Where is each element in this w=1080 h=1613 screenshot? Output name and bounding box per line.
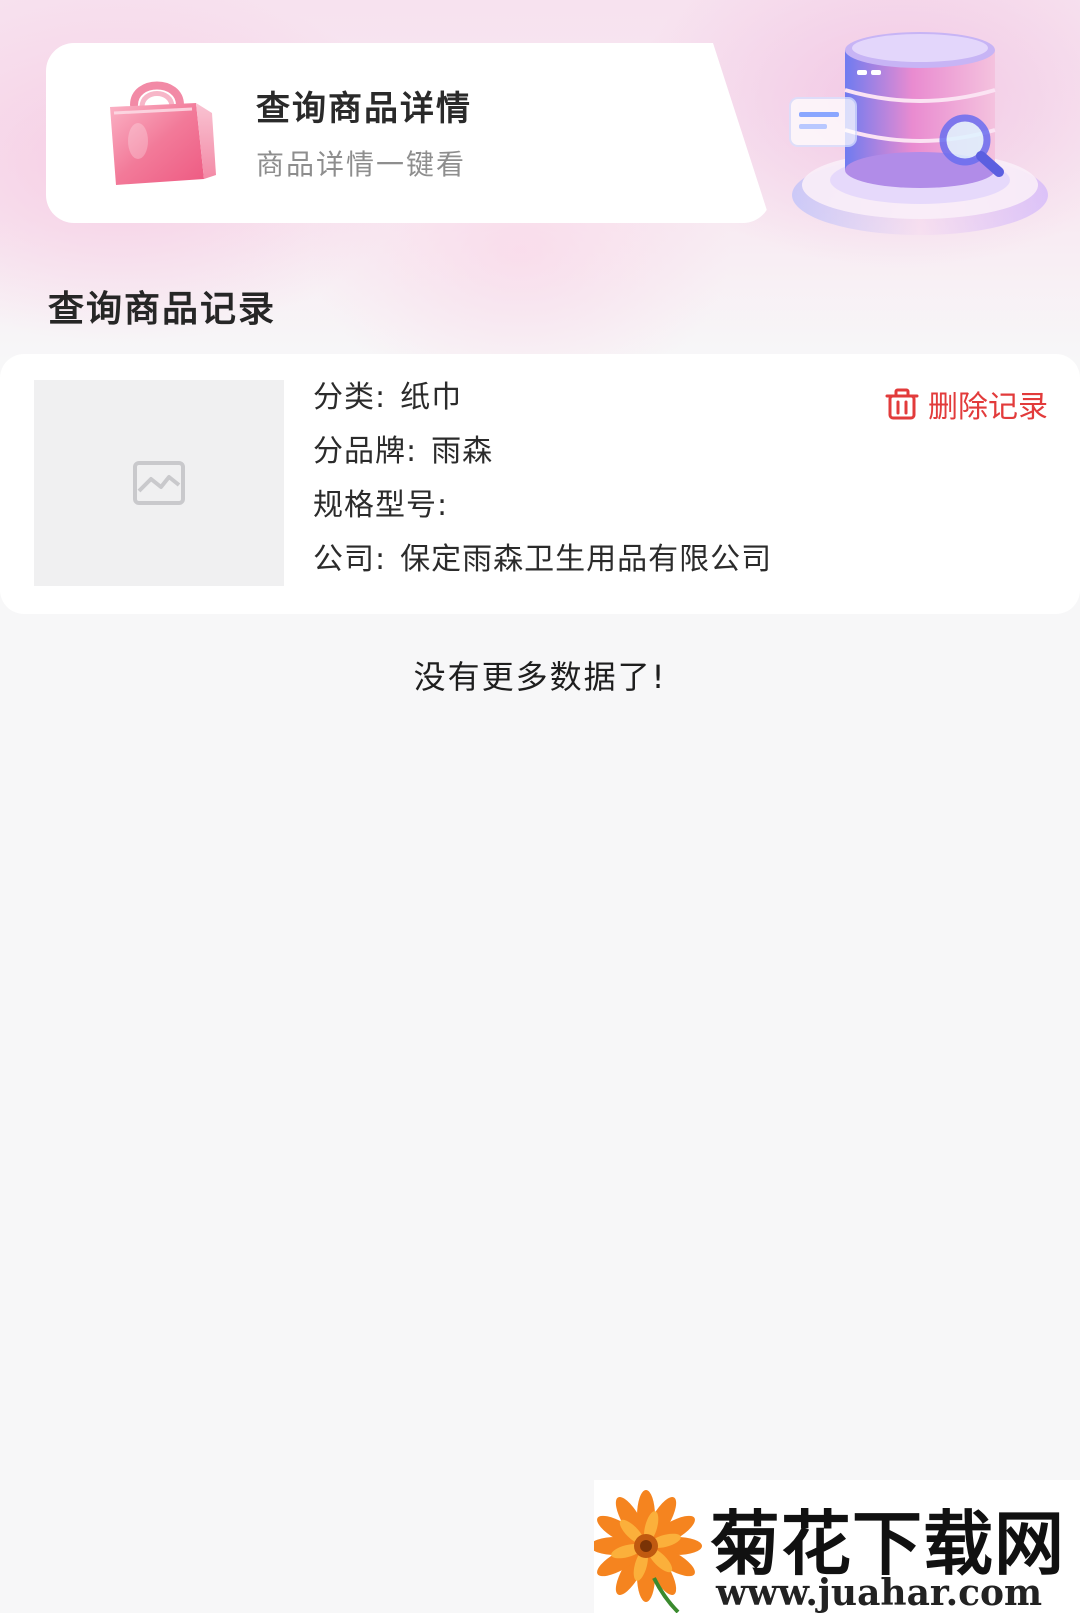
- image-placeholder-icon: [133, 461, 185, 505]
- card-subtitle: 商品详情一键看: [256, 148, 467, 181]
- brand-value: 雨森: [431, 434, 494, 469]
- shopping-bag-icon: [110, 81, 216, 185]
- category-label: 分类:: [313, 380, 387, 415]
- category-field: 分类: 纸巾: [313, 372, 462, 416]
- site-watermark: 菊花下载网 www.juahar.com: [594, 1480, 1080, 1613]
- section-title: 查询商品记录: [48, 289, 277, 330]
- record-card[interactable]: 分类: 纸巾 分品牌: 雨森 规格型号: 公司: 保定雨森卫生用品有限公司 删除记录: [0, 354, 1080, 614]
- category-value: 纸巾: [400, 380, 463, 415]
- product-thumbnail: [34, 380, 284, 586]
- watermark-url: www.juahar.com: [716, 1572, 1043, 1613]
- spec-label: 规格型号:: [313, 488, 449, 523]
- company-value: 保定雨森卫生用品有限公司: [400, 542, 773, 577]
- company-field: 公司: 保定雨森卫生用品有限公司: [313, 534, 772, 578]
- chrysanthemum-icon: [594, 1490, 702, 1613]
- spec-field: 规格型号:: [313, 480, 462, 524]
- trash-icon: [885, 388, 919, 420]
- database-search-icon: [789, 32, 1048, 235]
- list-end-text: 没有更多数据了!: [413, 658, 667, 696]
- delete-record-label: 删除记录: [928, 390, 1048, 425]
- delete-record-button[interactable]: 删除记录: [884, 382, 1048, 426]
- brand-field: 分品牌: 雨森: [313, 426, 493, 470]
- card-title: 查询商品详情: [256, 89, 472, 129]
- query-product-card[interactable]: 查询商品详情 商品详情一键看: [46, 43, 771, 223]
- company-label: 公司:: [313, 542, 387, 577]
- brand-label: 分品牌:: [313, 434, 418, 469]
